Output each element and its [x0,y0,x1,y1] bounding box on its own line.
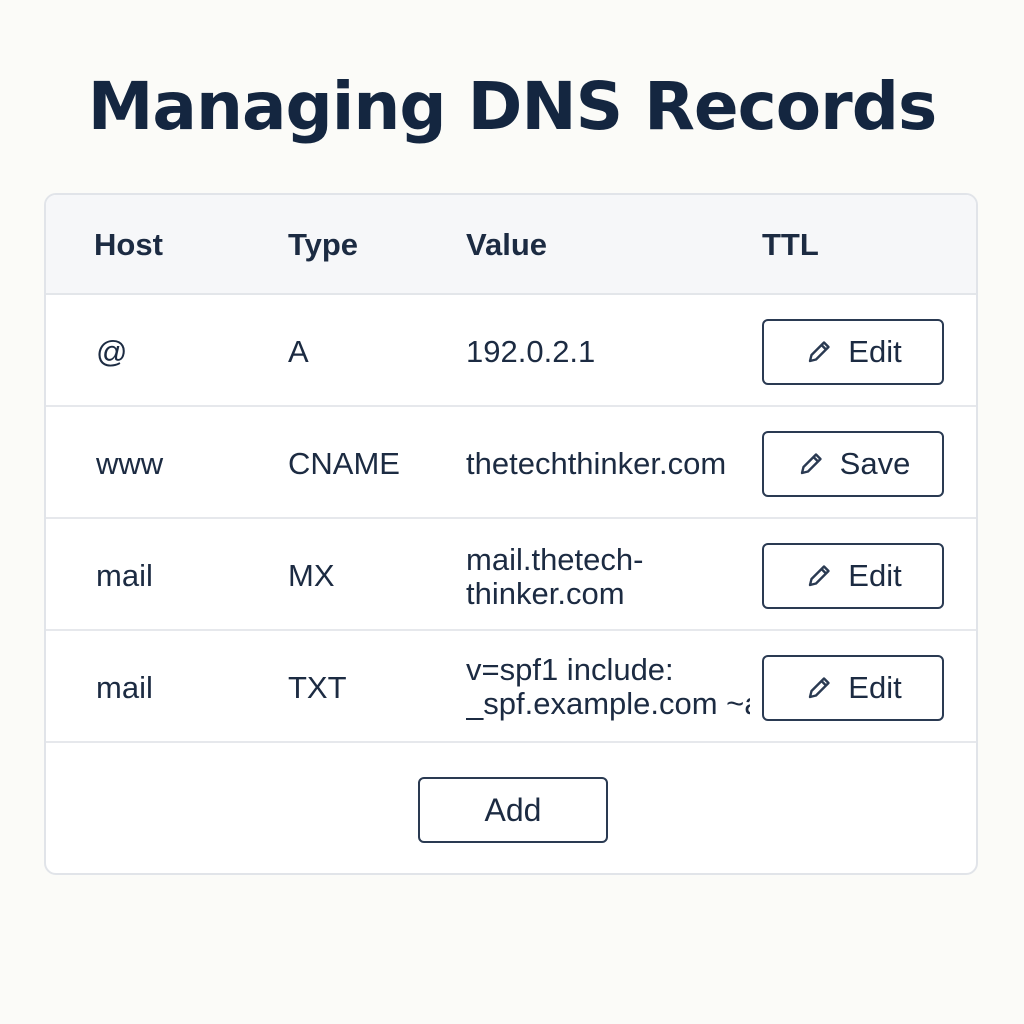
pencil-icon [804,673,834,703]
host-cell: @ [96,335,128,369]
edit-button-label: Edit [848,558,902,593]
edit-button-label: Edit [848,670,902,705]
page-title: Managing DNS Records [87,68,937,145]
value-cell: thetechthinker.com [466,447,727,481]
type-cell: CNAME [288,447,400,481]
type-cell: A [288,335,309,369]
edit-button[interactable]: Edit [762,655,944,721]
host-cell: mail [96,559,153,593]
column-header-host: Host [94,227,163,262]
table-header: Host Type Value TTL [46,195,976,295]
column-header-value: Value [466,227,547,262]
save-button[interactable]: Save [762,431,944,497]
pencil-icon [804,337,834,367]
add-record-button[interactable]: Add [418,777,608,843]
value-cell: 192.0.2.1 [466,335,596,369]
value-cell-line-1: v=spf1 include: [466,653,674,687]
dns-records-table: Host Type Value TTL @ A 192.0.2.1 Edit w… [44,193,978,875]
value-cell-line-2: thinker.com [466,577,625,611]
edit-button[interactable]: Edit [762,319,944,385]
edit-button[interactable]: Edit [762,543,944,609]
type-cell: MX [288,559,335,593]
host-cell: www [96,447,164,481]
host-cell: mail [96,671,153,705]
table-row: mail MX mail.thetech- thinker.com Edit [46,519,976,631]
table-row: www CNAME thetechthinker.com Save [46,407,976,519]
pencil-icon [796,449,826,479]
save-button-label: Save [839,446,911,481]
column-header-type: Type [288,227,359,262]
pencil-icon [804,561,834,591]
type-cell: TXT [288,671,347,705]
value-cell-line-2: _spf.example.com ~all [466,687,750,721]
column-header-ttl: TTL [762,227,819,262]
value-cell-line-1: mail.thetech- [466,543,644,577]
table-row: @ A 192.0.2.1 Edit [46,295,976,407]
edit-button-label: Edit [848,334,902,369]
table-footer: Add [46,743,976,873]
table-row: mail TXT v=spf1 include: _spf.example.co… [46,631,976,743]
